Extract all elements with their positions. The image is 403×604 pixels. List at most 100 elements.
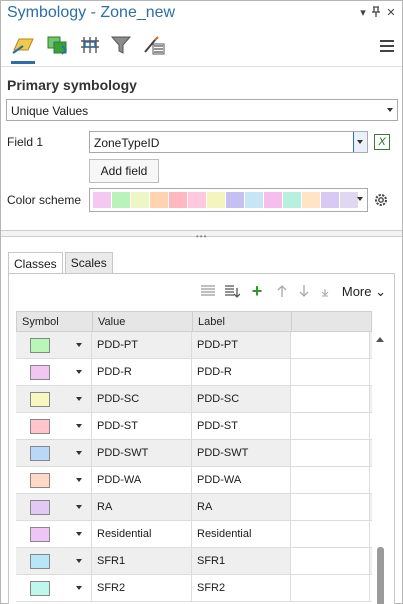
label-cell[interactable]: PDD-SWT — [192, 440, 291, 466]
table-row[interactable]: PDD-SC PDD-SC — [16, 386, 372, 413]
label-cell[interactable]: PDD-SC — [192, 386, 291, 412]
add-field-button[interactable]: Add field — [89, 159, 159, 183]
gear-icon[interactable] — [373, 192, 389, 208]
primary-symbology-icon[interactable] — [9, 32, 37, 64]
pane-options-icon[interactable]: ▾ — [356, 6, 370, 19]
symbol-cell[interactable] — [16, 494, 92, 520]
close-icon[interactable]: ✕ — [384, 6, 398, 19]
pane-titlebar: Symbology - Zone_new ▾ ✕ — [1, 1, 402, 27]
hamburger-menu-icon[interactable] — [380, 40, 394, 55]
move-bottom-icon[interactable] — [316, 283, 334, 299]
value-cell[interactable]: PDD-ST — [92, 413, 192, 439]
label-cell[interactable]: RA — [192, 494, 291, 520]
table-row[interactable]: SFR2 SFR2 — [16, 575, 372, 602]
move-up-icon[interactable] — [273, 283, 291, 299]
symbol-cell[interactable] — [16, 359, 92, 385]
value-cell[interactable]: PDD-WA — [92, 467, 192, 493]
value-cell[interactable]: PDD-PT — [92, 332, 192, 358]
tab-classes[interactable]: Classes — [8, 252, 63, 274]
label-cell[interactable]: PDD-ST — [192, 413, 291, 439]
more-menu-button[interactable]: More ⌄ — [342, 284, 386, 300]
chevron-down-icon[interactable] — [76, 478, 82, 482]
symbol-swatch[interactable] — [30, 419, 50, 434]
filter-icon[interactable] — [107, 32, 135, 58]
symbol-cell[interactable] — [16, 548, 92, 574]
scroll-thumb[interactable] — [377, 547, 384, 604]
symbol-layers-icon[interactable] — [76, 32, 104, 58]
field1-label: Field 1 — [7, 135, 44, 149]
symbol-cell[interactable] — [16, 467, 92, 493]
symbol-swatch[interactable] — [30, 365, 50, 380]
table-row[interactable]: PDD-SWT PDD-SWT — [16, 440, 372, 467]
symbol-swatch[interactable] — [30, 527, 50, 542]
color-scheme-select[interactable] — [89, 188, 368, 212]
table-row[interactable]: PDD-WA PDD-WA — [16, 467, 372, 494]
symbol-swatch[interactable] — [30, 554, 50, 569]
value-cell[interactable]: Residential — [92, 521, 192, 547]
symbol-swatch[interactable] — [30, 392, 50, 407]
label-cell[interactable]: Residential — [192, 521, 291, 547]
chevron-down-icon[interactable] — [76, 532, 82, 536]
pane-splitter[interactable]: ••• — [1, 230, 402, 241]
label-cell[interactable]: PDD-R — [192, 359, 291, 385]
list-view-icon[interactable] — [199, 283, 217, 299]
label-cell[interactable]: PDD-WA — [192, 467, 291, 493]
move-down-icon[interactable] — [295, 283, 313, 299]
chevron-down-icon[interactable] — [76, 397, 82, 401]
vary-symbology-icon[interactable] — [43, 32, 71, 58]
table-row[interactable]: PDD-PT PDD-PT — [16, 332, 372, 359]
chevron-down-icon[interactable] — [76, 559, 82, 563]
chevron-down-icon[interactable] — [76, 451, 82, 455]
column-header-label[interactable]: Label — [193, 312, 292, 332]
value-cell[interactable]: PDD-SWT — [92, 440, 192, 466]
chevron-down-icon[interactable] — [76, 343, 82, 347]
chevron-down-icon[interactable] — [76, 370, 82, 374]
add-values-icon[interactable] — [223, 283, 241, 299]
field1-combo[interactable]: ZoneTypeID — [89, 131, 368, 153]
label-cell[interactable]: PDD-PT — [192, 332, 291, 358]
auto-hide-pin-icon[interactable] — [369, 6, 383, 21]
vertical-scrollbar[interactable] — [372, 311, 388, 604]
chevron-down-icon[interactable] — [76, 586, 82, 590]
value-cell[interactable]: PDD-SC — [92, 386, 192, 412]
table-row[interactable]: PDD-ST PDD-ST — [16, 413, 372, 440]
symbol-cell[interactable] — [16, 440, 92, 466]
table-row[interactable]: RA RA — [16, 494, 372, 521]
label-cell[interactable]: SFR1 — [192, 548, 291, 574]
symbology-pane: Symbology - Zone_new ▾ ✕ Primary symbolo… — [0, 0, 403, 604]
table-body: PDD-PT PDD-PT PDD-R PDD-R PDD-SC PDD-SC PDD-ST… — [16, 332, 372, 602]
table-row[interactable]: SFR1 SFR1 — [16, 548, 372, 575]
column-header-value[interactable]: Value — [93, 312, 193, 332]
extra-cell — [291, 467, 370, 493]
extra-cell — [291, 359, 370, 385]
field1-dropdown-button[interactable] — [353, 132, 367, 152]
splitter-grip-icon: ••• — [196, 232, 208, 241]
label-tools-icon[interactable] — [140, 32, 168, 58]
symbology-method-select[interactable]: Unique Values — [6, 99, 398, 121]
symbol-swatch[interactable] — [30, 446, 50, 461]
symbol-swatch[interactable] — [30, 581, 50, 596]
add-class-icon[interactable]: + — [248, 281, 266, 301]
column-header-symbol[interactable]: Symbol — [17, 312, 93, 332]
expression-builder-icon[interactable]: X — [374, 134, 390, 150]
value-cell[interactable]: PDD-R — [92, 359, 192, 385]
symbol-cell[interactable] — [16, 413, 92, 439]
symbol-swatch[interactable] — [30, 338, 50, 353]
chevron-down-icon[interactable] — [76, 424, 82, 428]
symbol-swatch[interactable] — [30, 473, 50, 488]
table-row[interactable]: Residential Residential — [16, 521, 372, 548]
symbol-cell[interactable] — [16, 386, 92, 412]
label-cell[interactable]: SFR2 — [192, 575, 291, 601]
symbol-cell[interactable] — [16, 575, 92, 601]
value-cell[interactable]: SFR1 — [92, 548, 192, 574]
chevron-down-icon[interactable] — [76, 505, 82, 509]
symbol-swatch[interactable] — [30, 500, 50, 515]
table-row[interactable]: PDD-R PDD-R — [16, 359, 372, 386]
value-cell[interactable]: SFR2 — [92, 575, 192, 601]
color-scheme-dropdown[interactable] — [353, 189, 367, 211]
scroll-up-icon[interactable] — [376, 337, 384, 342]
symbol-cell[interactable] — [16, 521, 92, 547]
value-cell[interactable]: RA — [92, 494, 192, 520]
symbol-cell[interactable] — [16, 332, 92, 358]
tab-scales[interactable]: Scales — [64, 252, 113, 273]
